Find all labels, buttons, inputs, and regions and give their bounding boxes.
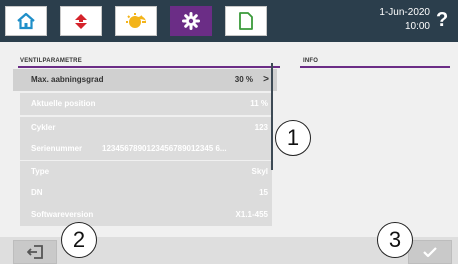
param-value: 1234567890123456789012345 6... <box>102 144 227 153</box>
param-label: Aktuelle position <box>31 99 96 108</box>
checkmark-icon <box>423 247 437 258</box>
param-value: 30 % <box>234 75 253 84</box>
param-value: 15 <box>259 188 268 197</box>
sd-card-icon <box>239 12 253 30</box>
param-label: Cykler <box>31 123 56 132</box>
arrows-icon <box>75 14 87 29</box>
param-row-serienummer: Serienummer 1234567890123456789012345 6.… <box>20 138 272 160</box>
param-value: 123 <box>254 123 268 132</box>
section-divider-right <box>300 66 450 68</box>
param-row-type: Type Skyl <box>20 161 272 183</box>
top-bar: 1-Jun-2020 10:00 ? <box>0 0 458 42</box>
confirm-button[interactable] <box>408 240 452 264</box>
time-text: 10:00 <box>404 21 430 32</box>
param-label: Max. aabningsgrad <box>31 75 104 84</box>
callout-2: 2 <box>61 222 97 258</box>
sun-icon <box>126 13 146 28</box>
chevron-right-icon: > <box>263 74 269 85</box>
param-label: Serienummer <box>31 144 83 153</box>
section-title-ventilparametre: VENTILPARAMETRE <box>20 58 82 64</box>
param-label: Type <box>31 167 50 176</box>
home-icon <box>17 12 35 30</box>
gear-icon <box>182 12 200 30</box>
help-button[interactable]: ? <box>436 10 448 30</box>
param-row-max-aabningsgrad[interactable]: Max. aabningsgrad 30 % > <box>13 69 277 91</box>
param-row-dn: DN 15 <box>20 182 272 204</box>
section-divider-left <box>18 66 280 68</box>
param-row-aktuelle-position: Aktuelle position 11 % <box>20 93 272 115</box>
tab-operation[interactable] <box>60 6 102 36</box>
tab-settings[interactable] <box>170 6 212 36</box>
exit-icon <box>27 245 43 259</box>
scrollbar[interactable] <box>271 63 273 170</box>
callout-3: 3 <box>377 222 413 258</box>
param-label: DN <box>31 188 43 197</box>
tab-storage[interactable] <box>225 6 267 36</box>
section-title-info: INFO <box>303 58 319 64</box>
date-text: 1-Jun-2020 <box>379 7 430 18</box>
date-time: 1-Jun-2020 10:00 <box>356 6 430 34</box>
tab-sun[interactable] <box>115 6 157 36</box>
param-value: 11 % <box>250 99 268 108</box>
tab-home[interactable] <box>5 6 47 36</box>
param-value: X1.1-455 <box>235 210 268 219</box>
param-value: Skyl <box>251 167 268 176</box>
param-row-cykler: Cykler 123 <box>20 117 272 139</box>
callout-1: 1 <box>275 120 311 156</box>
param-row-softwareversion: Softwareversion X1.1-455 <box>20 204 272 226</box>
logout-button[interactable] <box>13 240 57 264</box>
